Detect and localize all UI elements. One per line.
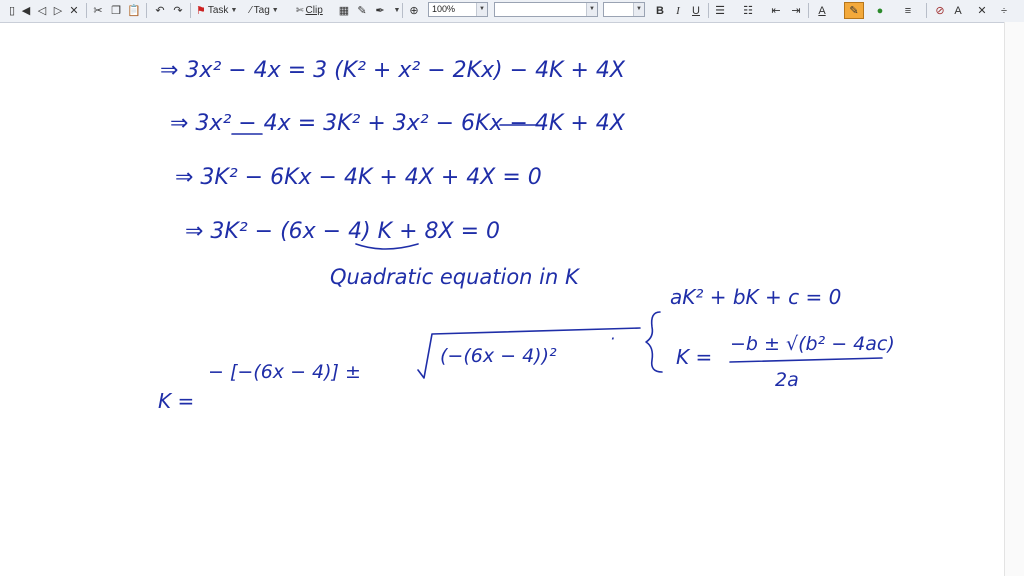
task-button[interactable]: ⚑ Task ▼ (196, 2, 237, 19)
highlighter-color-icon[interactable]: ● (872, 2, 888, 19)
copy-icon[interactable]: ❐ (108, 2, 124, 19)
lasso-icon[interactable]: ⊘ (932, 2, 948, 19)
next-icon[interactable]: ▷ (50, 2, 66, 19)
flag-icon: ⚑ (196, 5, 206, 17)
formula-fraction-bar (729, 357, 883, 363)
numerator-radicand: (−(6x − 4))² (440, 345, 557, 367)
numerator-left-term: − [−(6x − 4)] ± (208, 361, 361, 383)
cut-icon[interactable]: ✂ (90, 2, 106, 19)
table-icon[interactable]: ▦ (336, 2, 352, 19)
equation-line-1: ⇒ 3x² − 4x = 3 (K² + x² − 2Kx) − 4K + 4X (160, 58, 626, 83)
bullet-list-icon[interactable]: ☰ (712, 2, 728, 19)
equation-line-3: ⇒ 3K² − 6Kx − 4K + 4X + 4X = 0 (175, 165, 542, 190)
pen-tag-icon: ⁄ (250, 5, 252, 16)
insert-space-icon[interactable]: ÷ (996, 2, 1012, 19)
brace-under-stroke (355, 243, 419, 250)
toolbar: ▯ ◀ ◁ ▷ ✕ ✂ ❐ 📋 ↶ ↷ ⚑ Task ▼ ⁄ Tag ▼ ✄ C… (0, 0, 1024, 23)
delete-icon[interactable]: ✕ (974, 2, 990, 19)
chevron-down-icon: ▼ (586, 3, 597, 16)
chevron-down-icon: ▼ (633, 3, 644, 16)
numbered-list-icon[interactable]: ☷ (740, 2, 756, 19)
italic-icon[interactable]: I (670, 2, 686, 19)
highlight-pen-icon[interactable]: ✎ (844, 2, 864, 19)
tag-button[interactable]: ⁄ Tag ▼ (250, 2, 279, 19)
redo-icon[interactable]: ↷ (170, 2, 186, 19)
stray-dot: · (610, 329, 615, 348)
equation-line-2: ⇒ 3x² − 4x = 3K² + 3x² − 6Kx − 4K + 4X (170, 111, 626, 136)
zoom-value: 100% (432, 4, 456, 14)
paste-icon[interactable]: 📋 (126, 2, 142, 19)
formula-k-denominator: 2a (775, 369, 799, 391)
zoom-select[interactable]: 100% ▼ (428, 2, 488, 17)
clip-label: Clip (305, 5, 323, 16)
font-size-select[interactable]: ▼ (603, 2, 645, 17)
tag-label: Tag (253, 5, 270, 16)
previous-icon[interactable]: ◁ (34, 2, 50, 19)
chevron-down-icon: ▼ (476, 3, 487, 16)
delete-page-icon[interactable]: ✕ (66, 2, 82, 19)
k-equals-label: K = (158, 389, 194, 413)
text-color-icon[interactable]: A (814, 2, 830, 19)
quadratic-note: Quadratic equation in K (330, 265, 581, 289)
clip-button[interactable]: ✄ Clip (296, 2, 323, 19)
handwriting-canvas[interactable]: ⇒ 3x² − 4x = 3 (K² + x² − 2Kx) − 4K + 4X… (0, 22, 1004, 576)
formula-k-numerator: −b ± √(b² − 4ac) (730, 333, 895, 355)
equation-line-4: ⇒ 3K² − (6x − 4) K + 8X = 0 (185, 219, 500, 244)
undo-icon[interactable]: ↶ (152, 2, 168, 19)
text-size-icon[interactable]: A (950, 2, 966, 19)
font-name-select[interactable]: ▼ (494, 2, 598, 17)
back-icon[interactable]: ◀ (18, 2, 34, 19)
indent-icon[interactable]: ⇥ (788, 2, 804, 19)
marker-icon[interactable]: ✒ (372, 2, 388, 19)
chevron-down-icon: ▼ (230, 7, 238, 14)
formula-general-form: aK² + bK + c = 0 (670, 285, 841, 309)
formula-k-lhs: K = (676, 345, 712, 369)
line-style-icon[interactable]: ≡ (900, 2, 916, 19)
vertical-scrollbar[interactable] (1004, 22, 1024, 576)
screen-clip-icon: ✄ (296, 5, 304, 15)
bold-icon[interactable]: B (652, 2, 668, 19)
color-palette-icon[interactable]: ✎ (354, 2, 370, 19)
underline-icon[interactable]: U (688, 2, 704, 19)
outdent-icon[interactable]: ⇤ (768, 2, 784, 19)
task-label: Task (207, 5, 229, 16)
zoom-icon[interactable]: ⊕ (406, 2, 422, 19)
chevron-down-icon: ▼ (271, 7, 279, 14)
left-brace-stroke (645, 311, 663, 373)
